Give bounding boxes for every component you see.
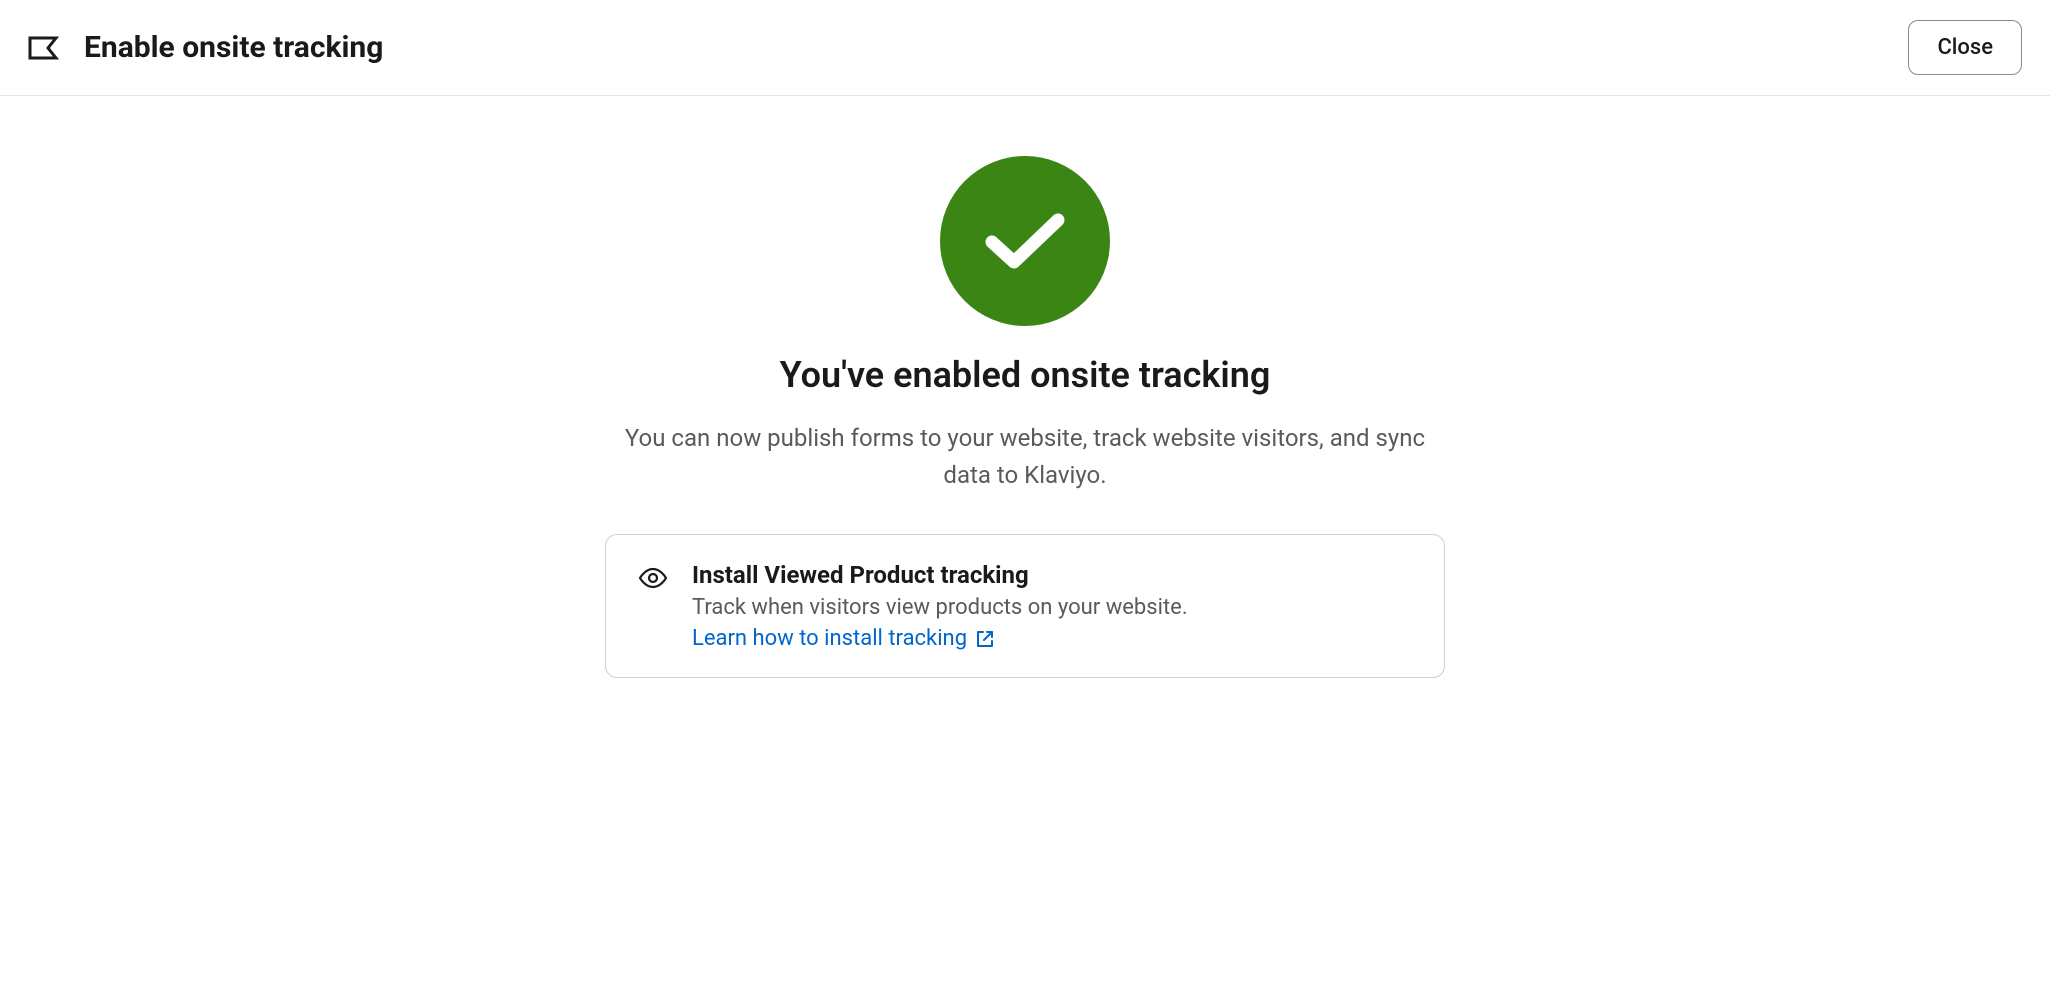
- header: Enable onsite tracking Close: [0, 0, 2050, 96]
- viewed-product-card: Install Viewed Product tracking Track wh…: [605, 534, 1445, 678]
- external-link-icon: [975, 629, 995, 649]
- learn-install-tracking-link[interactable]: Learn how to install tracking: [692, 626, 995, 651]
- card-title: Install Viewed Product tracking: [692, 561, 1412, 589]
- card-link-label: Learn how to install tracking: [692, 626, 967, 651]
- card-content: Install Viewed Product tracking Track wh…: [692, 561, 1412, 651]
- success-heading: You've enabled onsite tracking: [780, 354, 1271, 396]
- page-title: Enable onsite tracking: [84, 30, 383, 65]
- close-button[interactable]: Close: [1908, 20, 2022, 75]
- eye-icon: [638, 563, 668, 593]
- flag-logo-icon: [28, 32, 60, 64]
- card-description: Track when visitors view products on you…: [692, 595, 1412, 620]
- success-checkmark-icon: [940, 156, 1110, 326]
- success-description: You can now publish forms to your websit…: [615, 420, 1435, 494]
- main-content: You've enabled onsite tracking You can n…: [0, 96, 2050, 678]
- header-left: Enable onsite tracking: [28, 30, 383, 65]
